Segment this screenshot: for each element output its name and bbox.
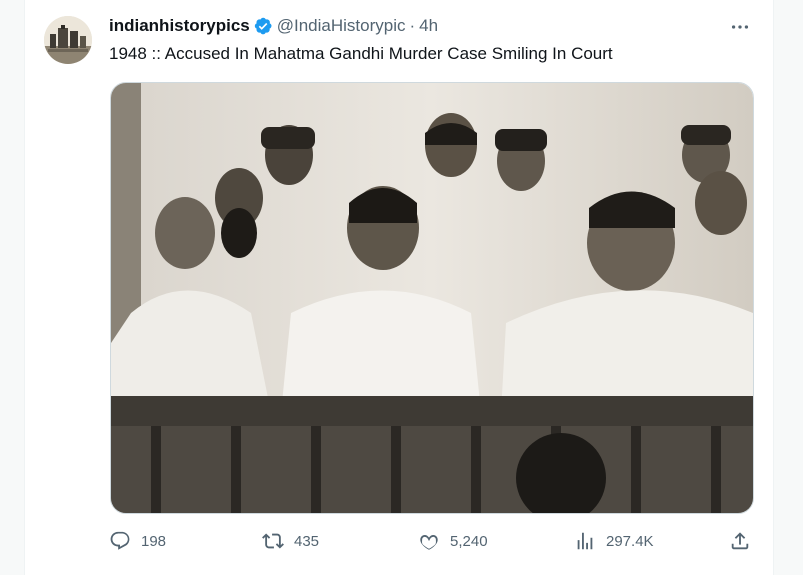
- views-icon: [577, 532, 593, 550]
- reply-button[interactable]: 198: [109, 526, 166, 556]
- views-count: 297.4K: [606, 532, 654, 550]
- reply-icon: [110, 531, 130, 550]
- share-button[interactable]: [729, 526, 751, 556]
- like-icon: [420, 535, 438, 550]
- retweet-count: 435: [294, 532, 320, 550]
- tweet-card[interactable]: indianhistorypics @IndiaHistorypic · 4h …: [24, 0, 774, 575]
- more-button[interactable]: [728, 15, 752, 39]
- verified-badge-icon: [254, 17, 272, 35]
- retweet-icon: [262, 533, 284, 549]
- like-button[interactable]: 5,240: [418, 526, 488, 556]
- avatar[interactable]: [44, 16, 92, 64]
- retweet-button[interactable]: 435: [262, 526, 319, 556]
- photo-courtroom-image: [111, 83, 753, 513]
- author-display-name[interactable]: indianhistorypics: [109, 16, 250, 36]
- timestamp[interactable]: 4h: [419, 16, 438, 36]
- reply-count: 198: [141, 532, 167, 550]
- like-count: 5,240: [450, 532, 488, 550]
- more-horizontal-icon: [731, 25, 749, 29]
- tweet-actions: 198 435 5,240 297.4K: [109, 526, 753, 556]
- views-button[interactable]: 297.4K: [574, 526, 654, 556]
- tweet-text: 1948 :: Accused In Mahatma Gandhi Murder…: [109, 44, 613, 63]
- share-icon: [731, 532, 749, 550]
- tweet-photo[interactable]: [110, 82, 754, 514]
- author-handle[interactable]: @IndiaHistorypic: [277, 16, 406, 36]
- separator-dot: ·: [409, 16, 416, 35]
